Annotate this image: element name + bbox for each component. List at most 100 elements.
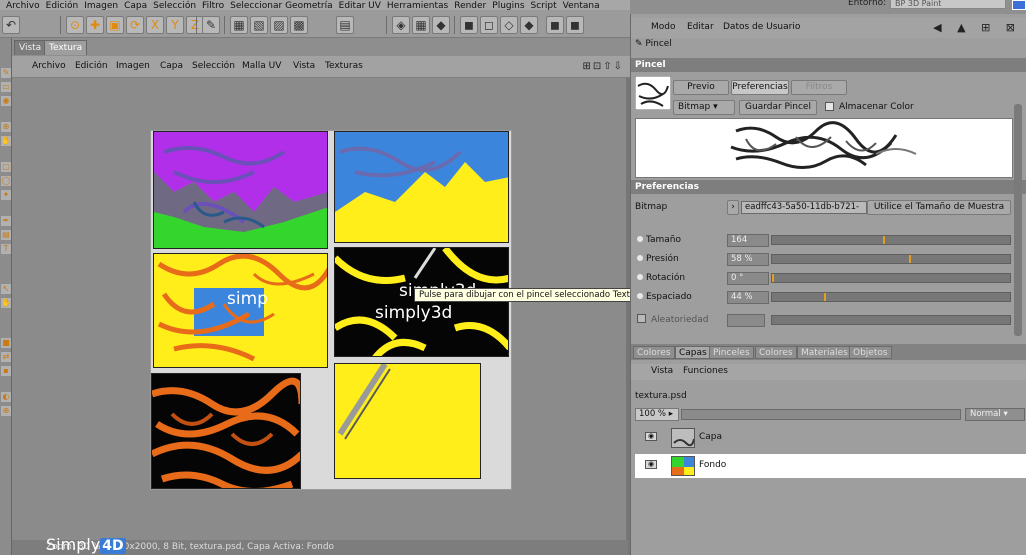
- eyedropper-icon[interactable]: ✒: [1, 216, 11, 226]
- app-menu-item[interactable]: Ventana: [563, 2, 600, 11]
- param-slider[interactable]: [771, 292, 1011, 302]
- app-menu-item[interactable]: Herramientas: [387, 2, 448, 11]
- checker-icon[interactable]: ▦: [412, 16, 430, 34]
- store-color-checkbox[interactable]: [825, 102, 834, 111]
- layer-visibility-icon[interactable]: ◉: [645, 432, 657, 441]
- hand-icon[interactable]: ✋: [1, 298, 11, 308]
- tab-colores[interactable]: Colores: [633, 346, 675, 359]
- param-value-field[interactable]: 58 %: [727, 253, 769, 266]
- param-value-field[interactable]: 44 %: [727, 291, 769, 304]
- bitmap-dropdown[interactable]: Bitmap ▾: [673, 100, 735, 115]
- tab-textura[interactable]: Textura: [44, 40, 88, 55]
- menu-capa[interactable]: Capa: [160, 61, 183, 71]
- entorno-select[interactable]: BP 3D Paint: [890, 0, 1006, 9]
- param-slider-thumb[interactable]: [824, 293, 826, 301]
- cube-points-icon[interactable]: ◇: [500, 16, 518, 34]
- magic-wand-icon[interactable]: ✦: [1, 190, 11, 200]
- smudge-icon[interactable]: ✋: [1, 136, 11, 146]
- param-slider[interactable]: [771, 235, 1011, 245]
- menu-edicion[interactable]: Edición: [75, 61, 108, 71]
- menu-imagen[interactable]: Imagen: [116, 61, 150, 71]
- paint-3d-icon[interactable]: ◆: [432, 16, 450, 34]
- tab-capas[interactable]: Capas: [675, 346, 711, 359]
- window-restore-icon[interactable]: [1012, 0, 1026, 10]
- bitmap-id-field[interactable]: eadffc43-5a50-11db-b721-: [741, 201, 867, 214]
- app-menu-item[interactable]: Plugins: [492, 2, 524, 11]
- pointer-icon[interactable]: ↖: [1, 284, 11, 294]
- undo-icon[interactable]: ↶: [2, 16, 20, 34]
- app-menu-item[interactable]: Selección: [153, 2, 196, 11]
- move-tool-icon[interactable]: ⊙: [66, 16, 84, 34]
- cube-edges-icon[interactable]: ◻: [480, 16, 498, 34]
- render-settings-icon[interactable]: ▨: [270, 16, 288, 34]
- render-pictureviewer-icon[interactable]: ▩: [290, 16, 308, 34]
- select-lasso-icon[interactable]: ◯: [1, 176, 11, 186]
- aleatoriedad-field[interactable]: [727, 314, 765, 327]
- param-animate-icon[interactable]: [637, 274, 643, 280]
- brush-icon[interactable]: ✎: [1, 68, 11, 78]
- color-reset-icon[interactable]: ▪: [1, 366, 11, 376]
- cube-icon[interactable]: ◼: [460, 16, 478, 34]
- app-menu-item[interactable]: Script: [531, 2, 557, 11]
- tab-previo[interactable]: Previo: [673, 80, 729, 95]
- paint-setup-icon[interactable]: ◈: [392, 16, 410, 34]
- cube-polygons-icon[interactable]: ◆: [520, 16, 538, 34]
- axis-x-icon[interactable]: X: [146, 16, 164, 34]
- mask-icon[interactable]: ◐: [1, 392, 11, 402]
- menu-archivo[interactable]: Archivo: [32, 61, 66, 71]
- gradient-icon[interactable]: ▤: [1, 230, 11, 240]
- menu-malla-uv[interactable]: Malla UV: [242, 61, 281, 71]
- layer-visibility-icon[interactable]: ◉: [645, 460, 657, 469]
- menu-funciones[interactable]: Funciones: [683, 366, 728, 376]
- add-icon[interactable]: ✚: [86, 16, 104, 34]
- layer-opacity-field[interactable]: 100 % ▸: [635, 408, 679, 421]
- app-menu-item[interactable]: Edición: [46, 2, 79, 11]
- fill-icon[interactable]: ◉: [1, 96, 11, 106]
- tab-preferencias[interactable]: Preferencias: [731, 80, 789, 95]
- app-menu-item[interactable]: Seleccionar Geometría: [230, 2, 333, 11]
- brush-tool-icon[interactable]: ✎: [202, 16, 220, 34]
- param-slider-thumb[interactable]: [883, 236, 885, 244]
- tab-materiales[interactable]: Materiales: [797, 346, 852, 359]
- app-menu-item[interactable]: Filtro: [202, 2, 224, 11]
- menu-vista[interactable]: Vista: [651, 366, 673, 376]
- use-sample-size-button[interactable]: Utilice el Tamaño de Muestra: [867, 200, 1011, 215]
- attributes-scrollbar[interactable]: [1014, 104, 1022, 336]
- menu-texturas[interactable]: Texturas: [325, 61, 363, 71]
- tab-filtros[interactable]: Filtros: [791, 80, 847, 95]
- tab-pinceles[interactable]: Pinceles: [709, 346, 754, 359]
- layer-row-fondo[interactable]: ◉ Fondo: [635, 454, 1026, 478]
- bitmap-picker-arrow[interactable]: ›: [727, 200, 739, 215]
- render-view-icon[interactable]: ▦: [230, 16, 248, 34]
- scale-tool-icon[interactable]: ▣: [106, 16, 124, 34]
- layer-row-capa[interactable]: ◉ Capa: [635, 426, 1026, 450]
- blend-mode-select[interactable]: Normal ▾: [965, 408, 1025, 421]
- param-slider[interactable]: [771, 254, 1011, 264]
- param-animate-icon[interactable]: [637, 293, 643, 299]
- attributes-nav-icons[interactable]: ◀ ▲ ⊞ ⊠: [933, 21, 1021, 34]
- uv-polygons-icon[interactable]: ◼: [566, 16, 584, 34]
- texture-canvas[interactable]: simp simply3d simply3d: [150, 130, 512, 490]
- zoom-icon[interactable]: ⊕: [1, 406, 11, 416]
- layer-opacity-slider[interactable]: [681, 409, 961, 420]
- menu-datos-usuario[interactable]: Datos de Usuario: [723, 22, 800, 32]
- aleatoriedad-checkbox[interactable]: [637, 314, 646, 323]
- tab-colores-2[interactable]: Colores: [755, 346, 797, 359]
- menu-seleccion[interactable]: Selección: [192, 61, 235, 71]
- menu-editar[interactable]: Editar: [687, 22, 714, 32]
- color-swap-icon[interactable]: ⇄: [1, 352, 11, 362]
- tab-vista[interactable]: Vista: [14, 40, 47, 55]
- text-tool-icon[interactable]: T: [1, 244, 11, 254]
- app-menu-item[interactable]: Editar UV: [339, 2, 381, 11]
- app-menu-item[interactable]: Render: [454, 2, 486, 11]
- app-menu-item[interactable]: Imagen: [84, 2, 118, 11]
- film-icon[interactable]: ▤: [336, 16, 354, 34]
- view-nav-icons[interactable]: ⊞⊡⇧⇩: [582, 61, 624, 72]
- param-value-field[interactable]: 164: [727, 234, 769, 247]
- param-slider-thumb[interactable]: [772, 274, 774, 282]
- select-rect-icon[interactable]: ▢: [1, 162, 11, 172]
- color-swatch-icon[interactable]: ■: [1, 338, 11, 348]
- param-slider[interactable]: [771, 273, 1011, 283]
- save-brush-button[interactable]: Guardar Pincel: [739, 100, 817, 115]
- param-animate-icon[interactable]: [637, 255, 643, 261]
